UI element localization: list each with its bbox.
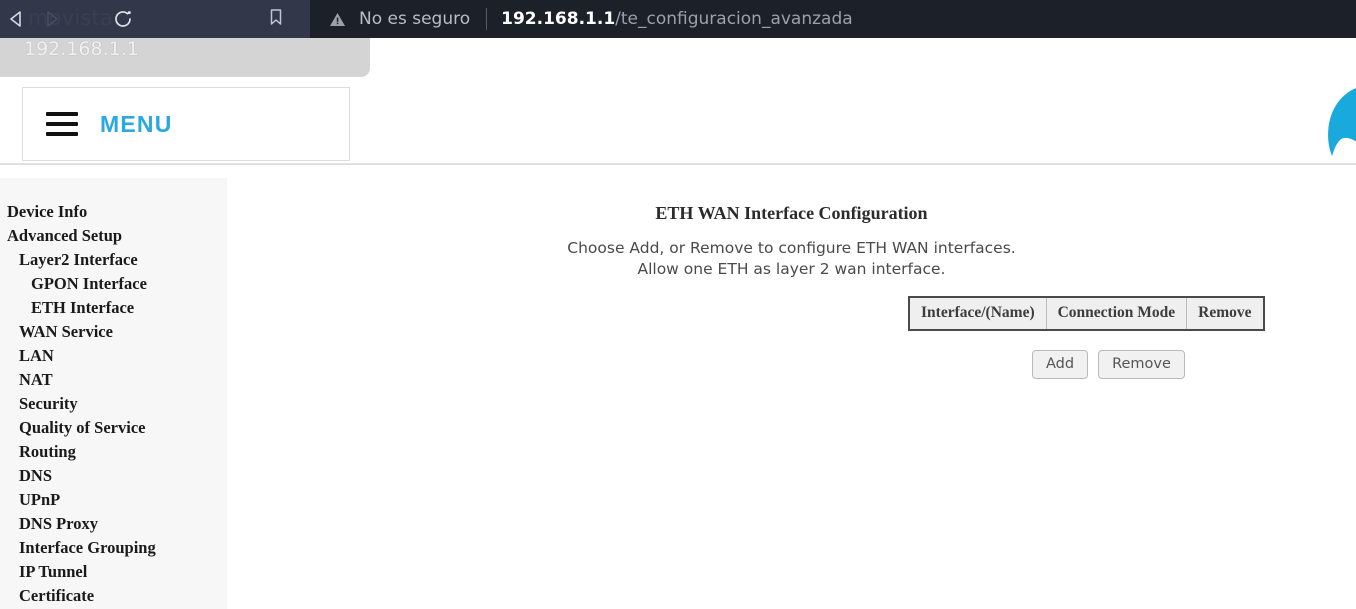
tab-label: 192.168.1.1: [24, 38, 139, 60]
remove-button[interactable]: Remove: [1098, 350, 1185, 379]
url-text[interactable]: 192.168.1.1/te_configuracion_avanzada: [501, 9, 853, 29]
sidebar: Device Info Advanced Setup Layer2 Interf…: [0, 178, 227, 609]
sidebar-item-upnp[interactable]: UPnP: [0, 488, 227, 512]
bookmark-button[interactable]: [263, 6, 289, 32]
column-header-connection-mode: Connection Mode: [1045, 296, 1188, 331]
header-divider: [0, 163, 1356, 165]
page-description-line-2: Allow one ETH as layer 2 wan interface.: [637, 260, 946, 278]
url-path: /te_configuracion_avanzada: [615, 9, 853, 29]
address-bar[interactable]: No es seguro 192.168.1.1/te_configuracio…: [310, 0, 1356, 38]
menu-label: MENU: [100, 110, 173, 137]
sidebar-item-dns[interactable]: DNS: [0, 464, 227, 488]
bookmark-icon: [266, 7, 286, 32]
sidebar-item-security[interactable]: Security: [0, 392, 227, 416]
reload-icon: [112, 8, 134, 30]
page-description: Choose Add, or Remove to configure ETH W…: [227, 238, 1356, 280]
sidebar-item-lan[interactable]: LAN: [0, 344, 227, 368]
sidebar-item-routing[interactable]: Routing: [0, 440, 227, 464]
security-status-label: No es seguro: [359, 9, 471, 29]
sidebar-item-device-info[interactable]: Device Info: [0, 200, 227, 224]
column-header-remove: Remove: [1186, 296, 1265, 331]
sidebar-nav-list: Device Info Advanced Setup Layer2 Interf…: [0, 178, 227, 608]
sidebar-item-certificate[interactable]: Certificate: [0, 584, 227, 608]
table-header-row: Interface/(Name) Connection Mode Remove: [908, 296, 1265, 331]
page-title: ETH WAN Interface Configuration: [655, 203, 928, 223]
forward-arrow-icon: [40, 8, 62, 30]
back-arrow-icon: [6, 8, 28, 30]
sidebar-item-eth-interface[interactable]: ETH Interface: [0, 296, 227, 320]
page-description-line-1: Choose Add, or Remove to configure ETH W…: [567, 239, 1016, 257]
hamburger-icon: [46, 112, 78, 136]
reload-button[interactable]: [106, 2, 140, 36]
main-content: ETH WAN Interface Configuration Choose A…: [227, 178, 1356, 609]
eth-wan-table-wrapper: Interface/(Name) Connection Mode Remove: [908, 296, 1265, 331]
sidebar-item-advanced-setup[interactable]: Advanced Setup: [0, 224, 227, 248]
omnibox-divider: [486, 8, 488, 30]
column-header-interface-name: Interface/(Name): [908, 296, 1047, 331]
sidebar-item-gpon-interface[interactable]: GPON Interface: [0, 272, 227, 296]
sidebar-item-interface-grouping[interactable]: Interface Grouping: [0, 536, 227, 560]
url-host: 192.168.1.1: [501, 9, 616, 29]
sidebar-item-nat[interactable]: NAT: [0, 368, 227, 392]
back-button[interactable]: [0, 2, 34, 36]
action-button-row: Add Remove: [1032, 350, 1185, 379]
sidebar-item-layer2-interface[interactable]: Layer2 Interface: [0, 248, 227, 272]
movistar-logo-icon: [1322, 78, 1356, 162]
menu-toggle[interactable]: MENU: [22, 87, 350, 161]
forward-button[interactable]: [34, 2, 68, 36]
warning-triangle-icon: [328, 10, 347, 29]
add-button[interactable]: Add: [1032, 350, 1089, 379]
sidebar-item-wan-service[interactable]: WAN Service: [0, 320, 227, 344]
sidebar-item-dns-proxy[interactable]: DNS Proxy: [0, 512, 227, 536]
browser-nav-controls: [0, 0, 140, 38]
sidebar-item-quality-of-service[interactable]: Quality of Service: [0, 416, 227, 440]
eth-wan-interface-table: Interface/(Name) Connection Mode Remove: [908, 296, 1265, 331]
table-header: Interface/(Name) Connection Mode Remove: [908, 296, 1265, 331]
sidebar-item-ip-tunnel[interactable]: IP Tunnel: [0, 560, 227, 584]
